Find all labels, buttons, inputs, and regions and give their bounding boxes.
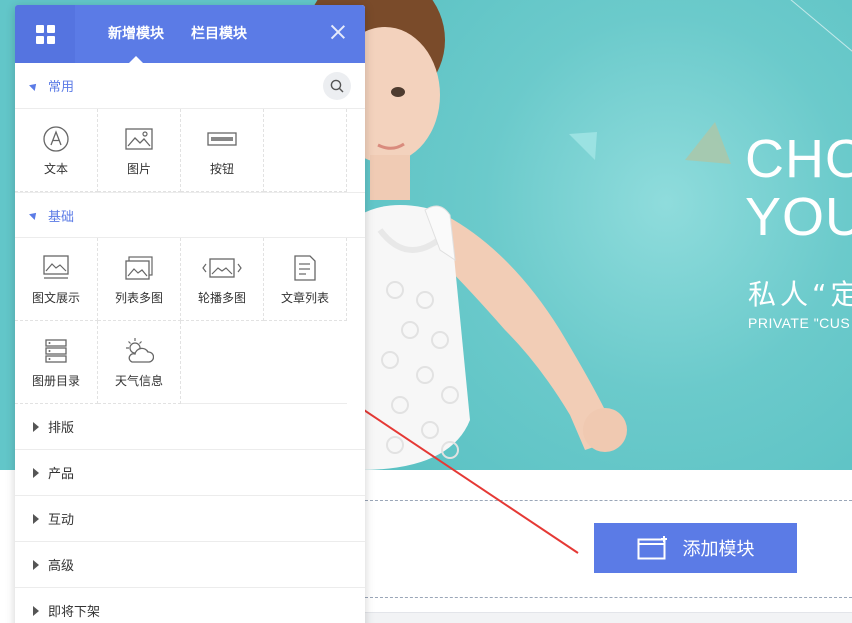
- image-text-icon: [43, 254, 69, 279]
- module-label: 文本: [43, 161, 68, 176]
- module-item-article-list[interactable]: 文章列表: [264, 238, 347, 321]
- decor-triangle-large: [685, 122, 731, 164]
- section-header-common[interactable]: 常用: [15, 63, 365, 109]
- module-item-carousel[interactable]: 轮播多图: [181, 238, 264, 321]
- module-label: 图册目录: [31, 373, 80, 388]
- section-product[interactable]: 产品: [15, 450, 365, 496]
- section-label: 常用: [48, 80, 75, 95]
- caret-down-icon: [29, 210, 39, 220]
- section-label: 高级: [48, 559, 75, 574]
- section-label: 排版: [48, 421, 75, 436]
- caret-right-icon: [33, 559, 39, 570]
- section-interaction[interactable]: 互动: [15, 496, 365, 542]
- caret-right-icon: [33, 605, 39, 616]
- module-item-image[interactable]: 图片: [98, 109, 181, 192]
- caret-right-icon: [33, 467, 39, 478]
- common-module-grid: 文本 图片 按钮: [15, 109, 365, 192]
- module-item-button[interactable]: 按钮: [181, 109, 264, 192]
- basic-module-grid: 图文展示 列表多图 轮播多图 文章列表 图册目录 天气信息: [15, 238, 365, 404]
- add-module-button[interactable]: 添加模块: [594, 523, 797, 573]
- module-label: 文章列表: [280, 290, 329, 305]
- module-item-weather[interactable]: 天气信息: [98, 321, 181, 404]
- caret-down-icon: [29, 80, 39, 91]
- section-label: 产品: [48, 467, 75, 482]
- module-label: 图文展示: [31, 290, 80, 305]
- section-advanced[interactable]: 高级: [15, 542, 365, 588]
- decor-triangle-small: [569, 132, 597, 160]
- module-label: 按钮: [209, 161, 234, 176]
- module-item-image-text[interactable]: 图文展示: [15, 238, 98, 321]
- caret-right-icon: [33, 513, 39, 524]
- section-label: 互动: [48, 513, 75, 528]
- carousel-icon: [202, 257, 242, 278]
- section-layout[interactable]: 排版: [15, 404, 365, 450]
- section-label: 即将下架: [48, 605, 101, 620]
- module-label: 轮播多图: [197, 290, 246, 305]
- grid-icon[interactable]: [15, 5, 75, 63]
- banner-subtitle-zh: 私人“定: [748, 278, 852, 311]
- bottom-bar: [365, 612, 852, 623]
- section-label: 基础: [48, 209, 75, 225]
- weather-icon: [126, 337, 154, 363]
- banner-subtitle-en: PRIVATE "CUS: [748, 315, 851, 331]
- module-dropzone-bottom-border: [365, 597, 852, 598]
- search-button[interactable]: [323, 72, 351, 100]
- module-label: 天气信息: [114, 373, 163, 388]
- window-add-icon: [637, 536, 667, 560]
- headline-line-1: CHO: [745, 129, 852, 189]
- module-label: 列表多图: [114, 290, 163, 305]
- section-deprecated[interactable]: 即将下架: [15, 588, 365, 623]
- text-icon: [43, 125, 69, 152]
- module-item-album-catalog[interactable]: 图册目录: [15, 321, 98, 404]
- module-item-text[interactable]: 文本: [15, 109, 98, 192]
- search-icon: [330, 79, 344, 93]
- empty-cell: [264, 109, 347, 192]
- close-icon[interactable]: [331, 25, 345, 39]
- multi-image-list-icon: [125, 255, 153, 280]
- headline-line-2: YOU: [745, 187, 852, 247]
- image-icon: [125, 127, 153, 150]
- button-icon: [207, 131, 237, 146]
- empty-cell: [181, 321, 347, 404]
- module-label: 图片: [126, 161, 151, 176]
- banner-headline: CHO YOU: [745, 130, 852, 246]
- panel-header: 新增模块 栏目模块: [15, 5, 365, 63]
- module-dropzone-top-border: [365, 500, 852, 501]
- section-header-basic[interactable]: 基础: [15, 192, 365, 238]
- tab-column-module[interactable]: 栏目模块: [191, 5, 247, 63]
- caret-right-icon: [33, 421, 39, 432]
- add-module-label: 添加模块: [682, 539, 755, 560]
- add-module-panel: 新增模块 栏目模块 常用 文本 图片 按钮 基础 图文展示 列表多图 轮播多图 …: [15, 5, 365, 623]
- album-catalog-icon: [45, 338, 67, 363]
- tab-new-module[interactable]: 新增模块: [108, 5, 164, 63]
- article-list-icon: [294, 254, 316, 281]
- module-item-multi-image-list[interactable]: 列表多图: [98, 238, 181, 321]
